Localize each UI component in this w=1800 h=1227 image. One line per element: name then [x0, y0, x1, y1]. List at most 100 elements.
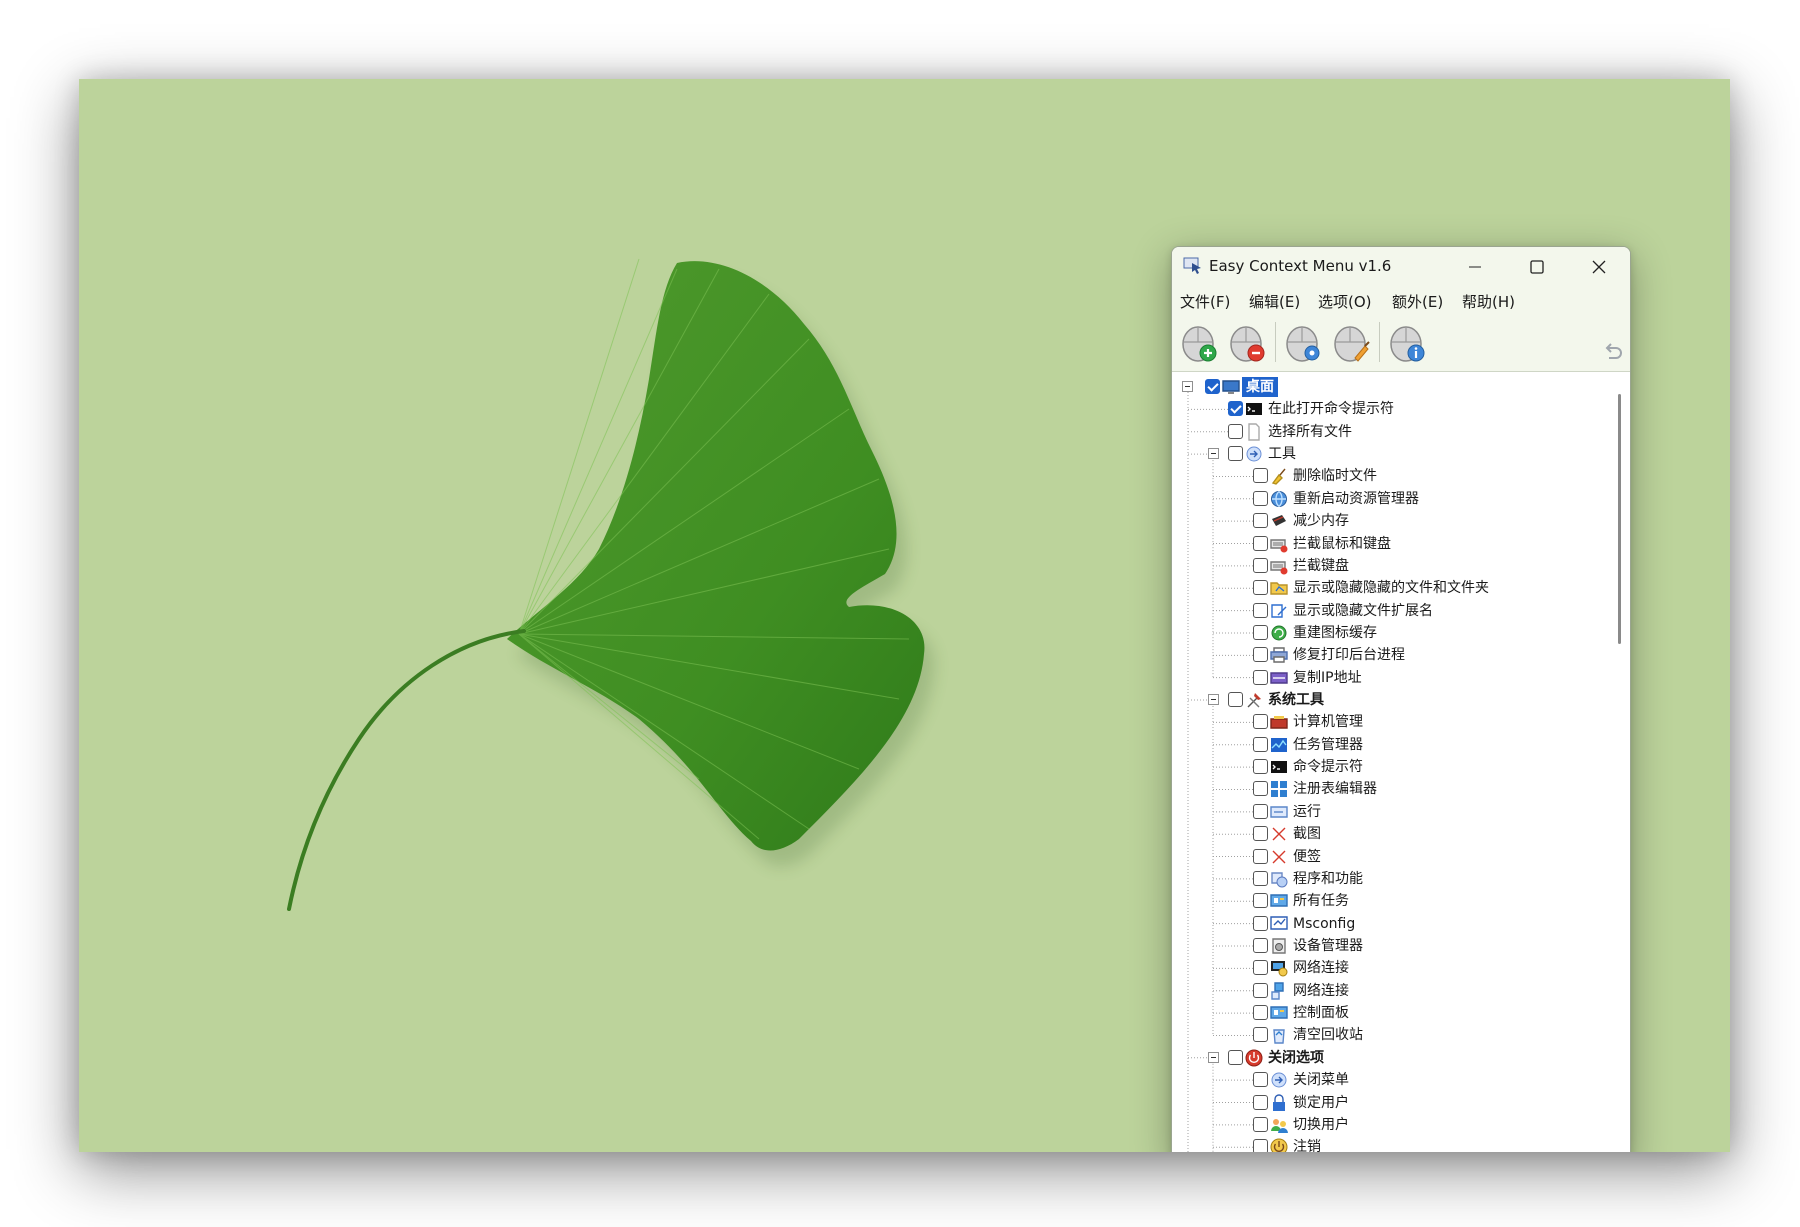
item-checkbox[interactable]	[1253, 1094, 1268, 1110]
tree-item[interactable]: 注销	[1172, 1136, 1612, 1152]
tree-item[interactable]: 计算机管理	[1172, 711, 1612, 733]
item-checkbox[interactable]	[1253, 602, 1268, 618]
tree-item[interactable]: Msconfig	[1172, 913, 1612, 935]
tree-item[interactable]: 锁定用户	[1172, 1092, 1612, 1114]
clean-mouse-button[interactable]	[1329, 320, 1373, 364]
item-checkbox[interactable]	[1253, 870, 1268, 886]
item-checkbox[interactable]	[1253, 759, 1268, 775]
item-checkbox[interactable]	[1253, 736, 1268, 752]
tree-item[interactable]: 注册表编辑器	[1172, 778, 1612, 800]
vertical-scrollbar[interactable]	[1614, 372, 1630, 1152]
collapse-toggle[interactable]	[1208, 1051, 1219, 1063]
info-mouse-button[interactable]	[1385, 320, 1429, 364]
item-checkbox[interactable]	[1253, 1027, 1268, 1043]
item-checkbox[interactable]	[1253, 1005, 1268, 1021]
toolbar	[1172, 314, 1630, 372]
tree-item[interactable]: 关闭菜单	[1172, 1069, 1612, 1091]
item-checkbox[interactable]	[1228, 401, 1243, 417]
item-checkbox[interactable]	[1253, 1072, 1268, 1088]
item-checkbox[interactable]	[1253, 848, 1268, 864]
item-checkbox[interactable]	[1228, 692, 1243, 708]
item-checkbox[interactable]	[1253, 803, 1268, 819]
item-checkbox[interactable]	[1253, 1139, 1268, 1152]
item-checkbox[interactable]	[1205, 379, 1220, 394]
undo-icon[interactable]	[1603, 342, 1623, 364]
tree-item[interactable]: 重新启动资源管理器	[1172, 488, 1612, 510]
tree-item[interactable]: 所有任务	[1172, 890, 1612, 912]
maximize-button[interactable]	[1508, 247, 1566, 286]
remove-mouse-button[interactable]	[1225, 320, 1269, 364]
item-checkbox[interactable]	[1253, 468, 1268, 484]
menu-options[interactable]: 选项(O)	[1318, 291, 1372, 312]
tree-group[interactable]: 系统工具	[1172, 689, 1612, 711]
tree-item[interactable]: 重建图标缓存	[1172, 622, 1612, 644]
tree-item[interactable]: 减少内存	[1172, 510, 1612, 532]
desktop-icon	[1222, 380, 1240, 394]
tree-item[interactable]: 拦截键盘	[1172, 555, 1612, 577]
tree-item[interactable]: 控制面板	[1172, 1002, 1612, 1024]
item-checkbox[interactable]	[1253, 938, 1268, 953]
tree-item[interactable]: 命令提示符	[1172, 756, 1612, 778]
tree-item[interactable]: 程序和功能	[1172, 868, 1612, 890]
tree-item[interactable]: 显示或隐藏隐藏的文件和文件夹	[1172, 577, 1612, 599]
menu-edit[interactable]: 编辑(E)	[1249, 291, 1300, 312]
menu-extras[interactable]: 额外(E)	[1392, 291, 1443, 312]
tree-root-desktop[interactable]: 桌面	[1172, 376, 1612, 398]
item-checkbox[interactable]	[1253, 535, 1268, 551]
memory-icon	[1272, 515, 1286, 527]
tree-item[interactable]: 修复打印后台进程	[1172, 644, 1612, 666]
tree-item[interactable]: 网络连接	[1172, 957, 1612, 979]
item-checkbox[interactable]	[1253, 1116, 1268, 1132]
item-checkbox[interactable]	[1228, 1049, 1243, 1065]
item-checkbox[interactable]	[1253, 580, 1268, 596]
settings-mouse-button[interactable]	[1281, 320, 1325, 364]
tree-item[interactable]: 删除临时文件	[1172, 465, 1612, 487]
item-checkbox[interactable]	[1253, 647, 1268, 663]
collapse-toggle[interactable]	[1182, 381, 1193, 392]
item-checkbox[interactable]	[1253, 826, 1268, 842]
menu-help[interactable]: 帮助(H)	[1462, 291, 1515, 312]
item-checkbox[interactable]	[1253, 624, 1268, 640]
tree-item[interactable]: 设备管理器	[1172, 935, 1612, 957]
tree-group[interactable]: 工具	[1172, 443, 1612, 465]
title-bar[interactable]: Easy Context Menu v1.6	[1172, 247, 1630, 286]
item-checkbox[interactable]	[1253, 490, 1268, 506]
tree-item[interactable]: 网络连接	[1172, 980, 1612, 1002]
tree-item[interactable]: 选择所有文件	[1172, 421, 1612, 443]
tree-item[interactable]: 任务管理器	[1172, 734, 1612, 756]
item-checkbox[interactable]	[1228, 423, 1243, 439]
item-checkbox[interactable]	[1253, 893, 1268, 909]
tree-item[interactable]: 运行	[1172, 801, 1612, 823]
add-mouse-button[interactable]	[1177, 320, 1221, 364]
collapse-toggle[interactable]	[1208, 448, 1219, 460]
item-checkbox[interactable]	[1253, 669, 1268, 685]
add-mouse-icon	[1182, 326, 1217, 362]
scrollbar-thumb[interactable]	[1618, 394, 1621, 644]
tree-item[interactable]: 切换用户	[1172, 1114, 1612, 1136]
item-checkbox[interactable]	[1253, 915, 1268, 931]
toolbar-separator	[1379, 322, 1380, 362]
menu-file[interactable]: 文件(F)	[1180, 291, 1230, 312]
item-checkbox[interactable]	[1253, 714, 1268, 730]
minimize-icon	[1469, 266, 1481, 267]
tree-item[interactable]: 便签	[1172, 846, 1612, 868]
item-checkbox[interactable]	[1228, 446, 1243, 462]
item-checkbox[interactable]	[1253, 513, 1268, 529]
item-checkbox[interactable]	[1253, 960, 1268, 976]
collapse-toggle[interactable]	[1208, 694, 1219, 706]
item-label: 删除临时文件	[1293, 468, 1377, 485]
item-checkbox[interactable]	[1253, 982, 1268, 998]
minimize-button[interactable]	[1446, 247, 1504, 286]
item-label: 运行	[1293, 803, 1321, 820]
tree-item[interactable]: 在此打开命令提示符	[1172, 398, 1612, 420]
tree-item[interactable]: 清空回收站	[1172, 1024, 1612, 1046]
tree-group[interactable]: 关闭选项	[1172, 1047, 1612, 1069]
tree-item[interactable]: 拦截鼠标和键盘	[1172, 533, 1612, 555]
tree-item[interactable]: 显示或隐藏文件扩展名	[1172, 600, 1612, 622]
close-button[interactable]	[1570, 247, 1628, 286]
tree-item[interactable]: 截图	[1172, 823, 1612, 845]
item-checkbox[interactable]	[1253, 781, 1268, 797]
switch-user-icon	[1271, 1118, 1288, 1133]
item-checkbox[interactable]	[1253, 557, 1268, 573]
tree-item[interactable]: 复制IP地址	[1172, 667, 1612, 689]
